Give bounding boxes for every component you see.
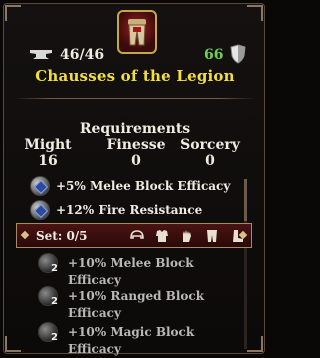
- bonus-text: +5% Melee Block Efficacy: [56, 179, 231, 193]
- bonus-text: +12% Fire Resistance: [56, 203, 203, 217]
- item-tooltip: 46/46 66 Chausses of the Legion Requirem…: [3, 3, 265, 356]
- stat-might: Might 16: [12, 137, 84, 169]
- frame-corner: [247, 5, 263, 21]
- set-bonus-text: +10% Magic Block Efficacy: [68, 325, 195, 356]
- stat-sorcery: Sorcery 0: [174, 137, 246, 169]
- frame-corner: [5, 5, 21, 21]
- chausses-item-icon: [117, 10, 157, 54]
- set-pieces: [129, 228, 249, 248]
- set-bonus-text: +10% Melee Block Efficacy: [68, 256, 194, 287]
- set-bonus-text: +10% Ranged Block Efficacy: [68, 289, 205, 320]
- anvil-weight-icon: [30, 50, 52, 59]
- sapphire-orb-icon: [30, 200, 50, 220]
- set-count-orb-icon: 2: [38, 286, 58, 307]
- stat-label: Might: [24, 137, 72, 153]
- scroll-thumb[interactable]: [244, 179, 247, 221]
- divider: [14, 98, 256, 99]
- set-count: 2: [51, 296, 58, 307]
- weight-value: 46/46: [60, 47, 105, 63]
- frame-corner: [247, 336, 263, 352]
- set-count-orb-icon: 2: [38, 322, 58, 343]
- stat-value: 0: [131, 153, 141, 169]
- legs-armor-icon: [204, 228, 220, 248]
- set-count: 2: [51, 332, 58, 343]
- gauntlets-icon: [179, 228, 195, 248]
- requirements-title: Requirements: [79, 121, 191, 137]
- shield-icon: [230, 44, 246, 64]
- set-label: Set: 0/5: [36, 229, 88, 243]
- sapphire-orb-icon: [30, 176, 50, 196]
- diamond-ornament-icon: [20, 230, 30, 240]
- set-count-orb-icon: 2: [38, 253, 58, 274]
- helmet-icon: [129, 228, 145, 248]
- frame-corner: [5, 336, 21, 352]
- chest-armor-icon: [154, 228, 170, 248]
- armor-value: 66: [204, 47, 224, 63]
- set-bar: Set: 0/5: [16, 223, 252, 248]
- item-title: Chausses of the Legion: [35, 67, 235, 85]
- stat-value: 0: [205, 153, 215, 169]
- stat-finesse: Finesse 0: [100, 137, 172, 169]
- stat-label: Finesse: [106, 137, 166, 153]
- stat-value: 16: [38, 153, 58, 169]
- set-count: 2: [51, 263, 58, 274]
- stat-label: Sorcery: [180, 137, 240, 153]
